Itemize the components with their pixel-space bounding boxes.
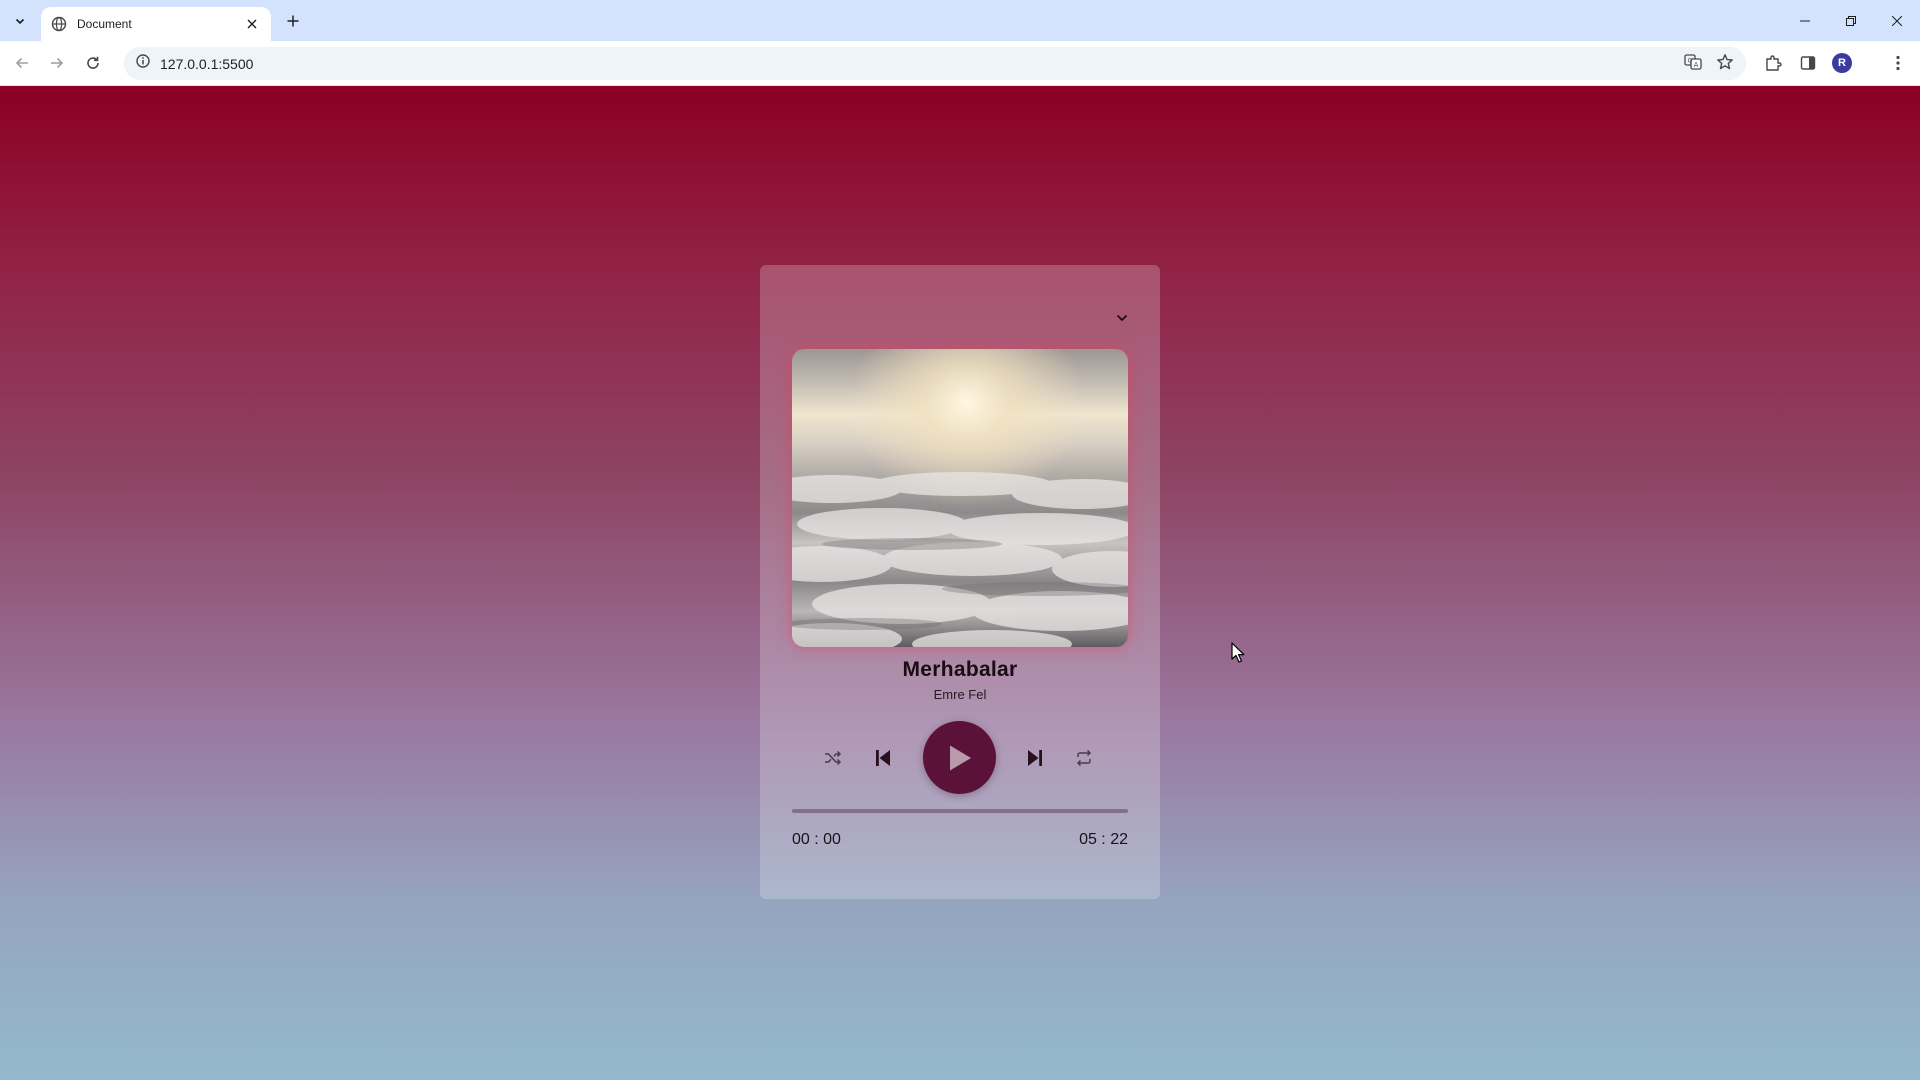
duration-time: 05 : 22	[1079, 831, 1128, 848]
globe-icon	[51, 16, 67, 32]
progress-bar[interactable]	[792, 809, 1128, 813]
browser-tab-bar: Document	[0, 0, 1920, 41]
shuffle-button[interactable]	[823, 748, 843, 768]
chevron-down-icon	[15, 18, 25, 25]
playback-controls	[760, 721, 1160, 795]
chevron-down-icon	[1116, 314, 1128, 322]
skip-next-icon	[1028, 750, 1042, 766]
restore-icon	[1846, 15, 1856, 26]
window-controls	[1782, 0, 1920, 41]
side-panel-icon	[1800, 56, 1816, 70]
close-window-button[interactable]	[1874, 0, 1920, 41]
minimize-button[interactable]	[1782, 0, 1828, 41]
repeat-button[interactable]	[1074, 748, 1094, 768]
restore-button[interactable]	[1828, 0, 1874, 41]
plus-icon	[287, 15, 299, 27]
svg-text:G: G	[1688, 57, 1693, 64]
forward-button[interactable]	[46, 52, 68, 74]
browser-menu-button[interactable]	[1887, 52, 1909, 74]
close-icon	[247, 19, 257, 29]
play-icon	[949, 745, 971, 770]
extensions-button[interactable]	[1762, 52, 1784, 74]
browser-toolbar: 127.0.0.1:5500 AG R	[0, 41, 1920, 86]
puzzle-icon	[1766, 55, 1782, 71]
minimize-icon	[1800, 20, 1810, 21]
browser-tab[interactable]: Document	[41, 7, 271, 41]
clouds-sunset-image	[792, 349, 1128, 647]
tab-close-button[interactable]	[243, 15, 261, 33]
arrow-left-icon	[15, 57, 28, 69]
repeat-icon	[1076, 750, 1092, 766]
arrow-right-icon	[51, 57, 64, 69]
skip-previous-icon	[876, 750, 890, 766]
svg-text:A: A	[1694, 61, 1699, 69]
bookmark-star-icon[interactable]	[1716, 53, 1734, 76]
song-title: Merhabalar	[902, 658, 1018, 681]
music-player-card: Merhabalar Emre Fel 00 : 00 05 : 22	[760, 265, 1160, 899]
reload-button[interactable]	[82, 52, 104, 74]
profile-button[interactable]: R	[1831, 52, 1853, 74]
new-tab-button[interactable]	[282, 10, 304, 32]
address-bar[interactable]: 127.0.0.1:5500 AG	[124, 47, 1746, 80]
reload-icon	[87, 56, 99, 69]
tab-title: Document	[77, 17, 132, 31]
info-icon[interactable]	[136, 54, 150, 73]
previous-button[interactable]	[872, 746, 894, 770]
translate-icon[interactable]: AG	[1684, 53, 1702, 76]
tab-search-button[interactable]	[8, 9, 32, 33]
mouse-cursor-icon	[1231, 642, 1245, 663]
current-time: 00 : 00	[792, 831, 841, 848]
play-button[interactable]	[923, 721, 996, 794]
more-vertical-icon	[1896, 55, 1900, 71]
avatar: R	[1832, 53, 1852, 73]
collapse-button[interactable]	[1113, 309, 1131, 327]
page-background: Merhabalar Emre Fel 00 : 00 05 : 22	[0, 86, 1920, 1080]
song-artist: Emre Fel	[933, 687, 987, 702]
album-cover	[792, 349, 1128, 647]
back-button[interactable]	[11, 52, 33, 74]
close-icon	[1892, 15, 1902, 26]
next-button[interactable]	[1024, 746, 1046, 770]
side-panel-button[interactable]	[1797, 52, 1819, 74]
shuffle-icon	[825, 750, 842, 766]
url-text: 127.0.0.1:5500	[160, 55, 254, 72]
